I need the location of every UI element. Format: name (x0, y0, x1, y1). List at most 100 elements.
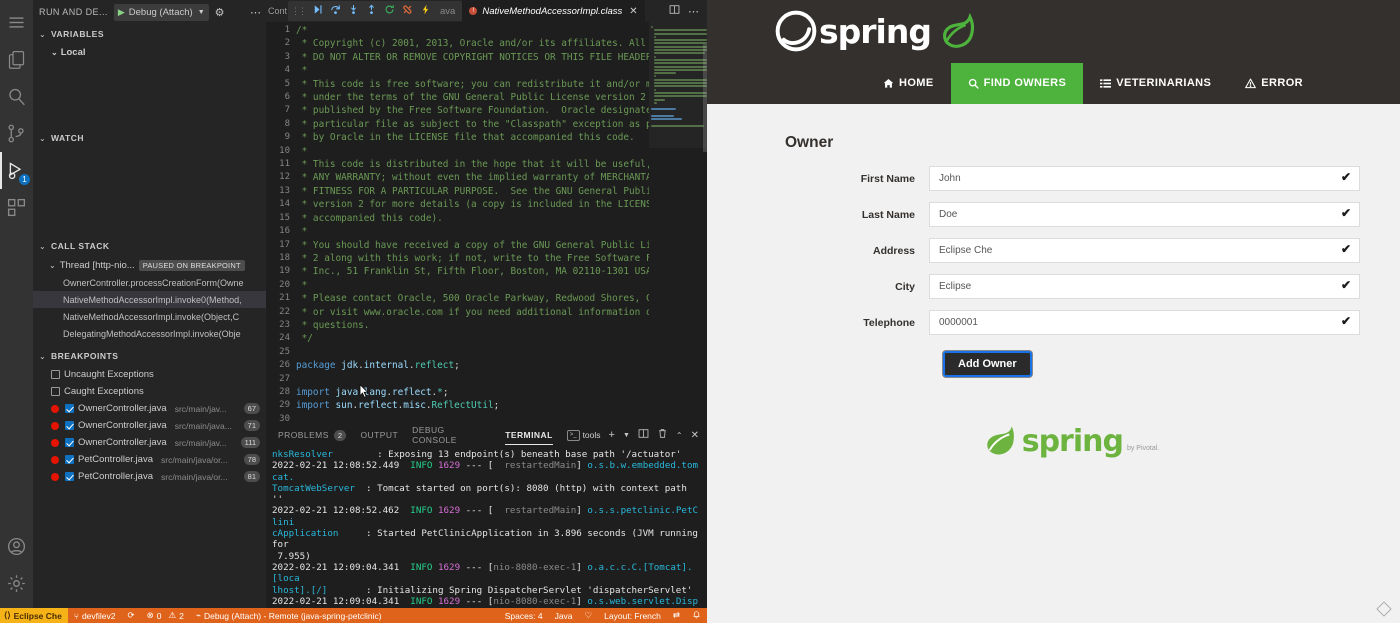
watch-header[interactable]: ⌄ WATCH (33, 128, 266, 148)
trash-icon[interactable] (657, 428, 668, 442)
code-content[interactable]: /* * Copyright (c) 2001, 2013, Oracle an… (296, 22, 649, 423)
split-editor-icon[interactable] (669, 4, 680, 18)
terminal-selector[interactable]: >_ tools (567, 430, 601, 441)
status-sync[interactable]: ⟳ (122, 608, 141, 623)
step-into-icon[interactable] (348, 4, 359, 18)
status-spaces[interactable]: Spaces: 4 (499, 608, 549, 623)
close-icon[interactable]: ✕ (691, 430, 699, 441)
tab-output[interactable]: OUTPUT (360, 423, 398, 447)
field-label: City (779, 281, 929, 293)
status-broadcast[interactable]: ⇄ (667, 608, 686, 623)
variables-scope-local[interactable]: ⌄ Local (33, 44, 266, 61)
breakpoint-file: OwnerController.java (78, 437, 167, 448)
checkbox[interactable] (65, 472, 74, 481)
restart-icon[interactable] (384, 4, 395, 18)
chevron-down-icon: ⌄ (39, 134, 48, 143)
resize-handle-icon[interactable] (1376, 601, 1392, 617)
telephone-input[interactable] (929, 310, 1360, 335)
breakpoint-dot-icon (51, 473, 59, 481)
more-actions-icon[interactable]: ⋯ (688, 5, 699, 18)
run-debug-icon[interactable]: 1 (0, 152, 33, 189)
call-stack-thread[interactable]: ⌄ Thread [http-nio... PAUSED ON BREAKPOI… (33, 256, 266, 274)
line-number: 1 (266, 24, 290, 37)
drag-handle[interactable]: ⋮⋮ (291, 6, 305, 17)
nav-item-error[interactable]: ERROR (1228, 63, 1320, 104)
gear-icon[interactable] (0, 565, 33, 602)
hot-reload-icon[interactable] (420, 4, 431, 18)
warning-icon: ⚠ (168, 610, 176, 621)
disconnect-icon[interactable] (402, 4, 413, 18)
tab-terminal[interactable]: TERMINAL (505, 423, 553, 447)
address-input[interactable] (929, 238, 1360, 263)
source-control-icon[interactable] (0, 115, 33, 152)
tab-label: OUTPUT (360, 430, 398, 440)
valid-check-icon: ✔ (1341, 278, 1351, 292)
breakpoint-row[interactable]: OwnerController.java src/main/jav... 111 (33, 434, 266, 451)
main-navigation: HOME FIND OWNERS VETERINARIANS ERROR (866, 63, 1320, 104)
status-language[interactable]: Java (549, 608, 579, 623)
line-number: 2 (266, 37, 290, 50)
checkbox[interactable] (51, 370, 60, 379)
gear-icon[interactable]: ⚙ (215, 6, 225, 19)
status-debug-session[interactable]: ⌁ Debug (Attach) - Remote (java-spring-p… (190, 608, 388, 623)
status-remote-host[interactable]: ⟨⟩ Eclipse Che (0, 608, 68, 623)
breakpoint-row[interactable]: OwnerController.java src/main/java... 71 (33, 417, 266, 434)
more-actions-icon[interactable]: ⋯ (250, 6, 262, 19)
checkbox[interactable] (65, 455, 74, 464)
continue-icon[interactable] (312, 4, 323, 18)
status-layout[interactable]: Layout: French (598, 608, 667, 623)
tab-label: TERMINAL (505, 430, 553, 440)
menu-icon[interactable] (0, 4, 33, 41)
split-terminal-icon[interactable] (638, 428, 649, 442)
terminal-output[interactable]: nksResolver : Exposing 13 endpoint(s) be… (266, 447, 707, 608)
spring-logo-header[interactable]: spring (775, 10, 977, 52)
chevron-down-icon[interactable]: ▼ (623, 432, 630, 439)
last-name-input[interactable] (929, 202, 1360, 227)
first-name-input[interactable] (929, 166, 1360, 191)
extensions-icon[interactable] (0, 189, 33, 226)
breakpoint-exception-row[interactable]: Uncaught Exceptions (33, 366, 266, 383)
nav-item-find-owners[interactable]: FIND OWNERS (951, 63, 1084, 104)
code-line (296, 346, 649, 359)
code-editor[interactable]: 1234567891011121314151617181920212223242… (266, 22, 707, 423)
step-out-icon[interactable] (366, 4, 377, 18)
tab-debug-console[interactable]: DEBUG CONSOLE (412, 423, 491, 447)
add-owner-button[interactable]: Add Owner (943, 351, 1032, 377)
status-branch[interactable]: ⑂ devfilev2 (68, 608, 122, 623)
step-over-icon[interactable] (330, 4, 341, 18)
add-terminal-icon[interactable]: + (609, 429, 615, 441)
search-icon (968, 78, 979, 89)
breakpoint-row[interactable]: OwnerController.java src/main/jav... 67 (33, 400, 266, 417)
checkbox[interactable] (65, 421, 74, 430)
call-stack-frame[interactable]: NativeMethodAccessorImpl.invoke(Object,C (33, 308, 266, 325)
checkbox[interactable] (65, 438, 74, 447)
close-icon[interactable]: ✕ (629, 6, 637, 17)
call-stack-frame[interactable]: DelegatingMethodAccessorImpl.invoke(Obje (33, 325, 266, 342)
nav-item-veterinarians[interactable]: VETERINARIANS (1083, 63, 1228, 104)
tab-problems[interactable]: PROBLEMS 2 (278, 423, 346, 447)
minimap-slider[interactable] (649, 22, 707, 148)
breakpoint-row[interactable]: PetController.java src/main/java/or... 8… (33, 468, 266, 485)
account-icon[interactable] (0, 528, 33, 565)
breakpoint-exception-row[interactable]: Caught Exceptions (33, 383, 266, 400)
call-stack-frame[interactable]: OwnerController.processCreationForm(Owne (33, 274, 266, 291)
status-problems[interactable]: ⊗ 0 ⚠ 2 (141, 608, 190, 623)
call-stack-header[interactable]: ⌄ CALL STACK (33, 236, 266, 256)
minimap[interactable] (649, 22, 707, 423)
variables-header[interactable]: ⌄ VARIABLES (33, 24, 266, 44)
checkbox[interactable] (51, 387, 60, 396)
city-input[interactable] (929, 274, 1360, 299)
status-feedback[interactable]: ♡ (579, 608, 599, 623)
nav-item-home[interactable]: HOME (866, 63, 951, 104)
status-notifications[interactable] (686, 608, 707, 623)
debug-config-dropdown[interactable]: ▶ Debug (Attach) ▼ (114, 4, 209, 21)
checkbox[interactable] (65, 404, 74, 413)
explorer-icon[interactable] (0, 41, 33, 78)
editor-tab[interactable]: ! NativeMethodAccessorImpl.class ✕ (462, 0, 644, 22)
breakpoints-header[interactable]: ⌄ BREAKPOINTS (33, 346, 266, 366)
breakpoint-row[interactable]: PetController.java src/main/java/or... 7… (33, 451, 266, 468)
search-icon[interactable] (0, 78, 33, 115)
call-stack-frame[interactable]: NativeMethodAccessorImpl.invoke0(Method, (33, 291, 266, 308)
chevron-up-icon[interactable]: ⌃ (676, 431, 683, 440)
line-number: 23 (266, 319, 290, 332)
